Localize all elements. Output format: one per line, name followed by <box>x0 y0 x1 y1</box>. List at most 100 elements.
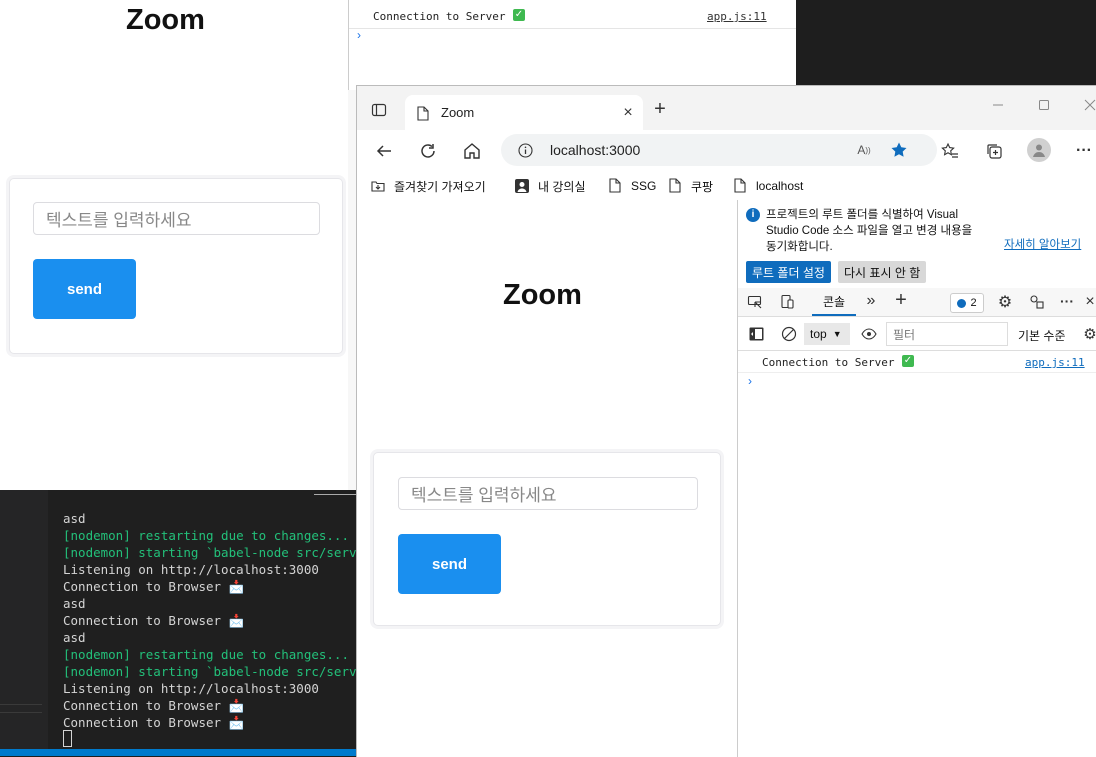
terminal-line: Listening on http://localhost:3000 <box>63 562 319 577</box>
set-root-folder-button[interactable]: 루트 폴더 설정 <box>746 261 831 283</box>
back-devtools-console: Connection to Server ✓ app.js:11 › <box>348 0 796 90</box>
close-tab-icon[interactable]: × <box>619 104 637 122</box>
terminal-line: asd <box>63 630 86 645</box>
terminal-line: Listening on http://localhost:3000 <box>63 681 319 696</box>
add-tool-icon[interactable]: + <box>892 289 910 311</box>
console-prompt[interactable]: › <box>357 28 361 42</box>
back-browser-page: Zoom 텍스트를 입력하세요 send <box>0 0 348 490</box>
context-selector[interactable]: top ▼ <box>804 323 850 345</box>
terminal-line: asd <box>63 511 86 526</box>
favorite-item-import[interactable]: 즐겨찾기 가져오기 <box>370 172 486 200</box>
favorite-label: SSG <box>631 179 657 193</box>
profile-avatar-icon[interactable] <box>1027 138 1051 162</box>
maximize-icon[interactable] <box>1037 98 1051 112</box>
read-aloud-icon[interactable]: A)) <box>855 141 873 159</box>
log-level-selector[interactable]: 기본 수준 <box>1018 327 1066 344</box>
send-button[interactable]: send <box>398 534 501 594</box>
tab-bar: Zoom × + <box>357 86 1096 131</box>
terminal-line: asd <box>63 596 86 611</box>
sidebar-toggle-icon[interactable] <box>748 326 764 342</box>
workspace-info-banner: i 프로젝트의 루트 폴더를 식별하여 Visual Studio Code 소… <box>738 200 1096 284</box>
issues-count: 2 <box>970 297 977 309</box>
info-icon: i <box>746 208 760 222</box>
connect-icon[interactable] <box>1028 293 1046 311</box>
favorite-star-icon[interactable] <box>889 140 909 160</box>
devtools-tab-strip: 콘솔 » + 2 ⚙ ··· × <box>738 288 1096 317</box>
import-icon <box>370 178 386 194</box>
filter-input[interactable]: 필터 <box>886 322 1008 346</box>
page-icon <box>734 178 748 194</box>
page-content: Zoom 텍스트를 입력하세요 send <box>357 200 737 757</box>
issues-badge[interactable]: 2 <box>950 293 984 313</box>
refresh-icon[interactable] <box>417 140 439 162</box>
page-icon <box>669 178 683 194</box>
check-icon: ✓ <box>902 355 914 367</box>
check-icon: ✓ <box>513 9 525 21</box>
console-log-text: Connection to Server <box>762 356 895 369</box>
terminal-line: Connection to Browser 📩 <box>63 698 245 713</box>
more-tabs-icon[interactable]: » <box>862 292 880 310</box>
console-log-text: Connection to Server <box>373 10 506 23</box>
info-text: 동기화합니다. <box>766 241 833 253</box>
page-icon <box>609 178 623 194</box>
favorites-icon[interactable] <box>939 140 961 162</box>
device-emulation-icon[interactable] <box>778 293 796 311</box>
inspect-icon[interactable] <box>746 293 764 311</box>
console-prompt[interactable]: › <box>748 374 752 388</box>
favorite-item-localhost[interactable]: localhost <box>734 172 803 200</box>
navigation-toolbar: localhost:3000 A)) ··· <box>357 130 1096 172</box>
url-text: localhost:3000 <box>550 142 641 158</box>
collections-icon[interactable] <box>983 140 1005 162</box>
terminal-line: Connection to Browser 📩 <box>63 715 245 730</box>
dont-show-again-button[interactable]: 다시 표시 안 함 <box>838 261 927 283</box>
terminal-line: [nodemon] restarting due to changes... <box>63 647 349 662</box>
favorite-label: 쿠팡 <box>691 179 714 194</box>
info-text: Studio Code 소스 파일을 열고 변경 내용을 <box>766 225 973 237</box>
favorite-item-my-class[interactable]: 내 강의실 <box>514 172 586 200</box>
page-icon <box>415 104 431 122</box>
console-source-link[interactable]: app.js:11 <box>1025 356 1085 369</box>
info-text: 프로젝트의 루트 폴더를 식별하여 Visual <box>766 209 959 221</box>
address-bar[interactable]: localhost:3000 A)) <box>501 134 937 166</box>
favorite-label: 즐겨찾기 가져오기 <box>394 179 486 194</box>
home-icon[interactable] <box>461 140 483 162</box>
close-window-icon[interactable] <box>1083 98 1096 112</box>
console-toolbar: top ▼ 필터 기본 수준 ⚙ <box>738 318 1096 351</box>
terminal-line: Connection to Browser 📩 <box>63 613 245 628</box>
dropdown-arrow-icon: ▼ <box>832 329 842 339</box>
context-value: top <box>810 327 827 341</box>
clear-console-icon[interactable] <box>780 325 798 343</box>
tab-actions-icon[interactable] <box>369 100 389 120</box>
terminal-line: [nodemon] restarting due to changes... <box>63 528 349 543</box>
site-info-icon[interactable] <box>517 142 533 158</box>
new-tab-icon[interactable]: + <box>650 98 670 120</box>
message-input[interactable]: 텍스트를 입력하세요 <box>33 202 320 235</box>
tab-console[interactable]: 콘솔 <box>812 288 856 316</box>
terminal-line: [nodemon] starting `babel-node src/serve… <box>63 545 380 560</box>
favorite-item-coupang[interactable]: 쿠팡 <box>669 172 713 200</box>
issue-icon <box>957 298 967 308</box>
send-button[interactable]: send <box>33 259 136 319</box>
minimize-icon[interactable] <box>991 98 1005 112</box>
console-settings-gear-icon[interactable]: ⚙ <box>1082 325 1096 343</box>
favorites-bar: 즐겨찾기 가져오기 내 강의실 SSG 쿠팡 localhost <box>357 172 1096 201</box>
live-expression-eye-icon[interactable] <box>860 325 878 343</box>
edge-browser-window: Zoom × + localhost:3000 A)) ··· 즐겨찾기 가져오… <box>356 85 1096 757</box>
message-input[interactable]: 텍스트를 입력하세요 <box>398 477 698 510</box>
page-title: Zoom <box>503 279 582 311</box>
settings-gear-icon[interactable]: ⚙ <box>996 293 1014 311</box>
favorite-item-ssg[interactable]: SSG <box>609 172 656 200</box>
console-source-link[interactable]: app.js:11 <box>707 10 767 23</box>
message-form: 텍스트를 입력하세요 send <box>373 452 721 626</box>
favorite-label: localhost <box>756 179 804 193</box>
more-menu-icon[interactable]: ··· <box>1073 140 1095 162</box>
tab-zoom[interactable]: Zoom × <box>405 95 643 131</box>
back-icon[interactable] <box>373 140 395 162</box>
terminal-panel[interactable]: asd [nodemon] restarting due to changes.… <box>0 490 379 756</box>
learn-more-link[interactable]: 자세히 알아보기 <box>1004 236 1081 252</box>
devtools-menu-icon[interactable]: ··· <box>1058 292 1076 310</box>
page-title: Zoom <box>126 4 205 36</box>
terminal-line: [nodemon] starting `babel-node src/serve… <box>63 664 380 679</box>
message-form: 텍스트를 입력하세요 send <box>9 178 343 354</box>
close-devtools-icon[interactable]: × <box>1082 293 1096 311</box>
